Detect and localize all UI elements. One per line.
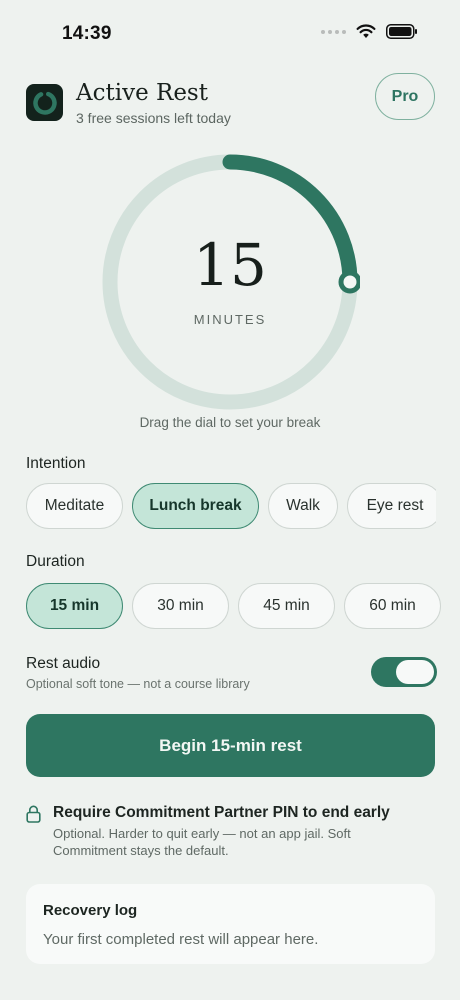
intention-chip-meditate[interactable]: Meditate [26,483,123,529]
duration-dial[interactable]: 15 MINUTES [100,152,360,412]
status-time: 14:39 [62,23,112,44]
intention-label: Intention [26,455,86,472]
recovery-log-title: Recovery log [43,902,138,919]
app-logo-icon [26,84,63,121]
rest-audio-subtitle: Optional soft tone — not a course librar… [26,677,250,691]
begin-rest-button[interactable]: Begin 15-min rest [26,714,435,777]
battery-icon [386,24,417,39]
duration-chip-30[interactable]: 30 min [132,583,229,629]
rest-audio-title: Rest audio [26,655,101,672]
wifi-icon [356,24,376,38]
sessions-left-text: 3 free sessions left today [76,110,231,126]
app-header: Active Rest 3 free sessions left today P… [0,72,460,132]
pro-button[interactable]: Pro [375,73,435,120]
intention-chip-walk[interactable]: Walk [268,483,338,529]
dial-unit-label: MINUTES [193,312,267,327]
commitment-pin-option[interactable]: Require Commitment Partner PIN to end ea… [53,804,390,822]
dial-hint: Drag the dial to set your break [139,415,321,430]
app-title: Active Rest [76,80,208,106]
rest-audio-toggle[interactable] [371,657,437,687]
status-icons [321,24,418,39]
signal-dots-icon [321,29,346,34]
recovery-log-card: Recovery log Your first completed rest w… [26,884,435,964]
duration-options: 15 min 30 min 45 min 60 min [26,583,441,629]
toggle-knob [396,660,434,684]
duration-chip-60[interactable]: 60 min [344,583,441,629]
duration-chip-45[interactable]: 45 min [238,583,335,629]
duration-label: Duration [26,553,85,570]
duration-chip-15[interactable]: 15 min [26,583,123,629]
dial-value: 15 [193,231,267,299]
intention-chip-lunch-break[interactable]: Lunch break [132,483,259,529]
status-bar: 14:39 [0,0,460,70]
lock-icon[interactable] [26,805,41,823]
recovery-log-empty-text: Your first completed rest will appear he… [43,931,319,948]
commitment-pin-description: Optional. Harder to quit early — not an … [53,826,351,858]
intention-scroller[interactable]: Meditate Lunch break Walk Eye rest [0,483,436,531]
intention-chip-eye-rest[interactable]: Eye rest [347,483,436,529]
